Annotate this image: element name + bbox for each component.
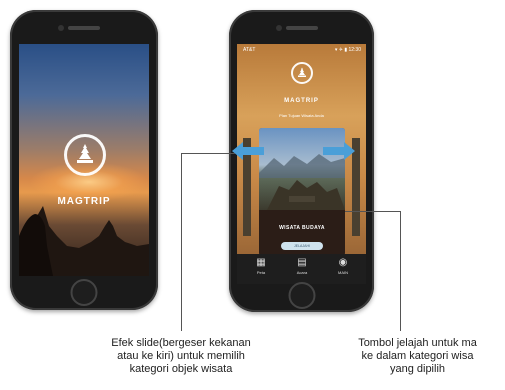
slide-caption: Efek slide(bergeser kekanan atau ke kiri…: [86, 337, 276, 376]
caption-line: Tombol jelajah untuk ma: [358, 337, 477, 349]
map-icon: ▦: [256, 257, 266, 268]
status-time: ▾ ✈ ▮ 12:30: [334, 47, 361, 53]
tab-label: MAIN: [338, 270, 348, 275]
caption-line: Efek slide(bergeser kekanan: [111, 337, 251, 349]
bottom-tab-bar: ▦ Peta ▤ Acara ◉ MAIN: [237, 254, 366, 284]
front-camera: [276, 25, 282, 31]
caption-line: ke dalam kategori wisa: [361, 350, 474, 362]
category-phone-frame: AT&T ▾ ✈ ▮ 12:30 MAGTRIP Plan Tujuan Wis…: [229, 10, 374, 312]
slide-right-arrow-icon: [323, 142, 355, 160]
tab-label: Peta: [256, 270, 266, 275]
explore-connector-vertical: [400, 211, 401, 331]
explore-button[interactable]: JELAJAHI: [281, 242, 323, 250]
splash-phone-frame: MAGTRIP: [10, 10, 158, 310]
explore-caption: Tombol jelajah untuk ma ke dalam kategor…: [330, 337, 505, 376]
splash-screen: MAGTRIP: [19, 44, 149, 276]
eye-icon: ◉: [338, 257, 348, 268]
home-button[interactable]: [70, 279, 98, 306]
tab-acara[interactable]: ▤ Acara: [282, 256, 322, 276]
app-tagline: Plan Tujuan Wisata Anda: [279, 113, 324, 118]
speaker-grille: [285, 26, 318, 30]
caption-line: kategori objek wisata: [129, 363, 233, 375]
logo-temple-icon: [298, 67, 306, 77]
caption-line: yang dipilih: [389, 363, 446, 375]
slide-connector-horizontal: [181, 153, 235, 154]
tab-main[interactable]: ◉ MAIN: [323, 256, 363, 276]
calendar-icon: ▤: [297, 257, 307, 268]
caption-line: atau ke kiri) untuk memilih: [117, 350, 245, 362]
temple-photo: [259, 128, 345, 210]
front-camera: [58, 25, 64, 31]
slide-connector-vertical: [181, 153, 182, 331]
home-button[interactable]: [288, 282, 315, 309]
category-screen: AT&T ▾ ✈ ▮ 12:30 MAGTRIP Plan Tujuan Wis…: [237, 44, 366, 284]
status-bar: AT&T ▾ ✈ ▮ 12:30: [237, 44, 366, 56]
app-name: MAGTRIP: [284, 98, 319, 104]
explore-connector-horizontal: [345, 211, 401, 212]
slide-left-arrow-icon: [232, 142, 264, 160]
tab-peta[interactable]: ▦ Peta: [241, 256, 281, 276]
tab-label: Acara: [296, 270, 308, 275]
carrier-label: AT&T: [243, 47, 256, 53]
splash-app-name: MAGTRIP: [57, 196, 111, 207]
category-title: WISATA BUDAYA: [279, 225, 325, 231]
logo-temple-icon: [77, 144, 93, 163]
speaker-grille: [68, 26, 100, 30]
